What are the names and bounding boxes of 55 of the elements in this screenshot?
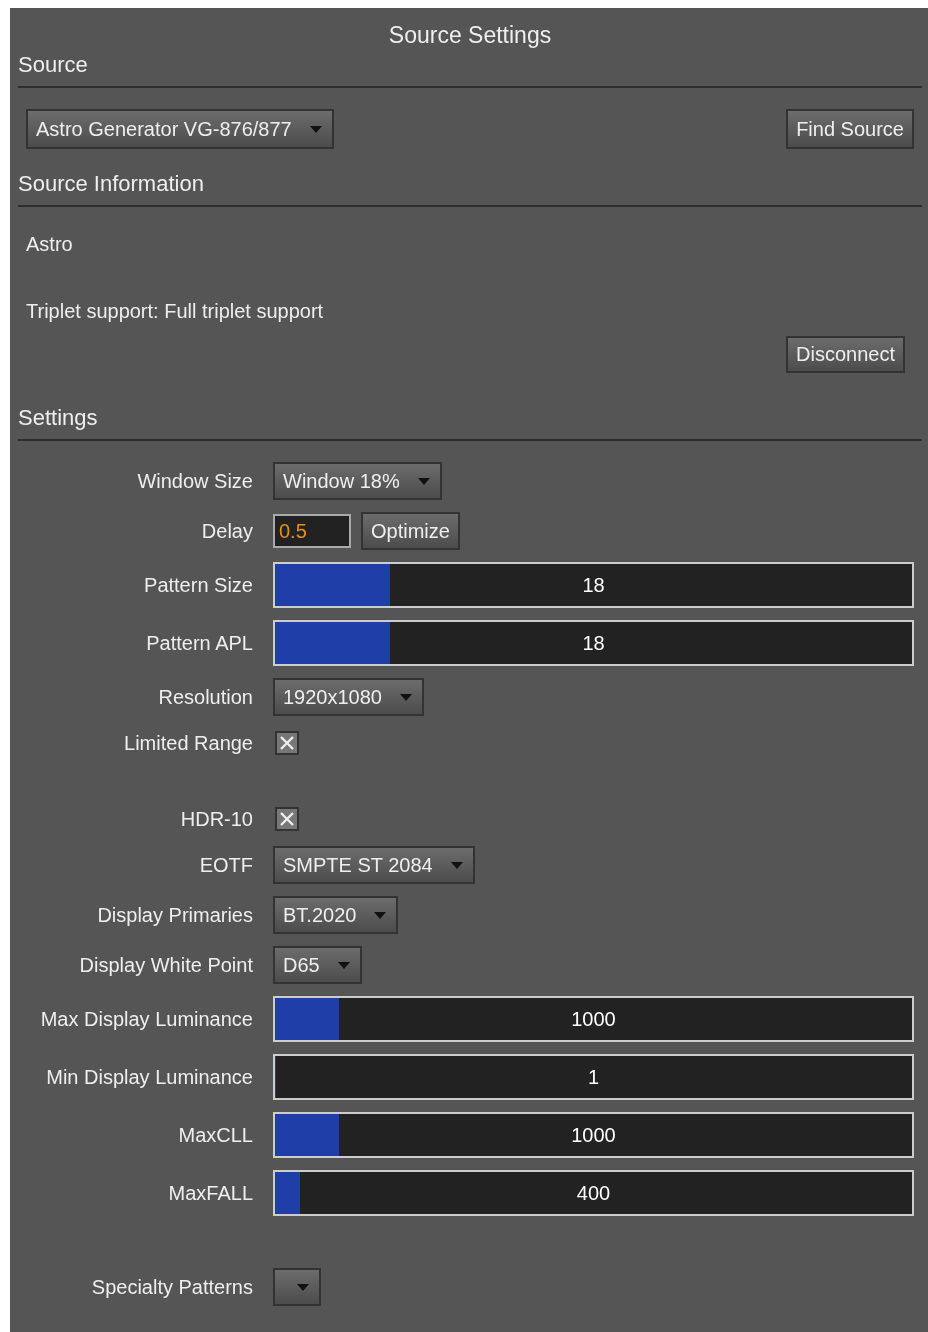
caret-icon xyxy=(400,693,412,701)
checkbox[interactable] xyxy=(275,731,299,755)
setting-label: Display Primaries xyxy=(96,903,253,927)
setting-label: Pattern APL xyxy=(145,631,253,655)
slider-track[interactable]: 400 xyxy=(273,1170,914,1216)
optimize-button[interactable]: Optimize xyxy=(361,512,460,550)
section-heading: Source xyxy=(18,52,88,77)
setting-label: Max Display Luminance xyxy=(39,1007,253,1031)
setting-label: Delay xyxy=(200,519,253,543)
triplet-support-text: Triplet support: Full triplet support xyxy=(26,299,325,323)
setting-label: Pattern Size xyxy=(143,573,253,597)
setting-label: Display White Point xyxy=(78,953,253,977)
setting-label: Specialty Patterns xyxy=(90,1275,253,1299)
slider-track[interactable]: 1000 xyxy=(273,1112,914,1158)
caret-icon xyxy=(374,911,387,919)
setting-label: MaxCLL xyxy=(177,1123,253,1147)
caret-icon xyxy=(309,125,322,133)
setting-label: Limited Range xyxy=(123,731,253,755)
source-name: Astro xyxy=(26,232,74,256)
slider-value: 400 xyxy=(576,1181,611,1205)
setting-label: Resolution xyxy=(157,685,253,709)
checkbox[interactable] xyxy=(275,807,299,831)
setting-label: Window Size xyxy=(136,469,253,493)
cross-icon xyxy=(279,735,295,751)
find-source-button[interactable]: Find Source xyxy=(786,109,914,149)
setting-dropdown[interactable] xyxy=(273,1268,321,1306)
slider-value: 18 xyxy=(582,573,605,597)
source-dropdown[interactable]: Astro Generator VG-876/877 xyxy=(26,109,334,149)
cross-icon xyxy=(279,811,295,827)
setting-label: MaxFALL xyxy=(167,1181,253,1205)
caret-icon xyxy=(297,1283,309,1291)
setting-dropdown[interactable]: 1920x1080 xyxy=(273,678,424,716)
slider-track[interactable]: 18 xyxy=(273,620,914,666)
caret-icon xyxy=(417,477,430,485)
slider-value: 18 xyxy=(582,631,605,655)
setting-dropdown[interactable]: D65 xyxy=(273,946,362,984)
caret-icon xyxy=(450,861,463,869)
slider-track[interactable]: 18 xyxy=(273,562,914,608)
panel-title: Source Settings xyxy=(387,21,553,50)
setting-dropdown[interactable]: SMPTE ST 2084 xyxy=(273,846,475,884)
setting-dropdown[interactable]: Window 18% xyxy=(273,462,442,500)
slider-track[interactable]: 1000 xyxy=(273,996,914,1042)
setting-dropdown[interactable]: BT.2020 xyxy=(273,896,399,934)
section-heading: Settings xyxy=(18,405,98,430)
disconnect-button[interactable]: Disconnect xyxy=(786,336,905,373)
setting-label: Min Display Luminance xyxy=(45,1065,253,1089)
input-field[interactable]: 0.5 xyxy=(273,514,351,548)
caret-icon xyxy=(337,961,350,969)
slider-track[interactable]: 1 xyxy=(273,1054,914,1100)
slider-value: 1 xyxy=(587,1065,600,1089)
setting-label: HDR-10 xyxy=(179,807,253,831)
slider-value: 1000 xyxy=(571,1123,616,1147)
setting-label: EOTF xyxy=(198,853,253,877)
slider-value: 1000 xyxy=(571,1007,616,1031)
section-heading: Source Information xyxy=(18,171,204,196)
